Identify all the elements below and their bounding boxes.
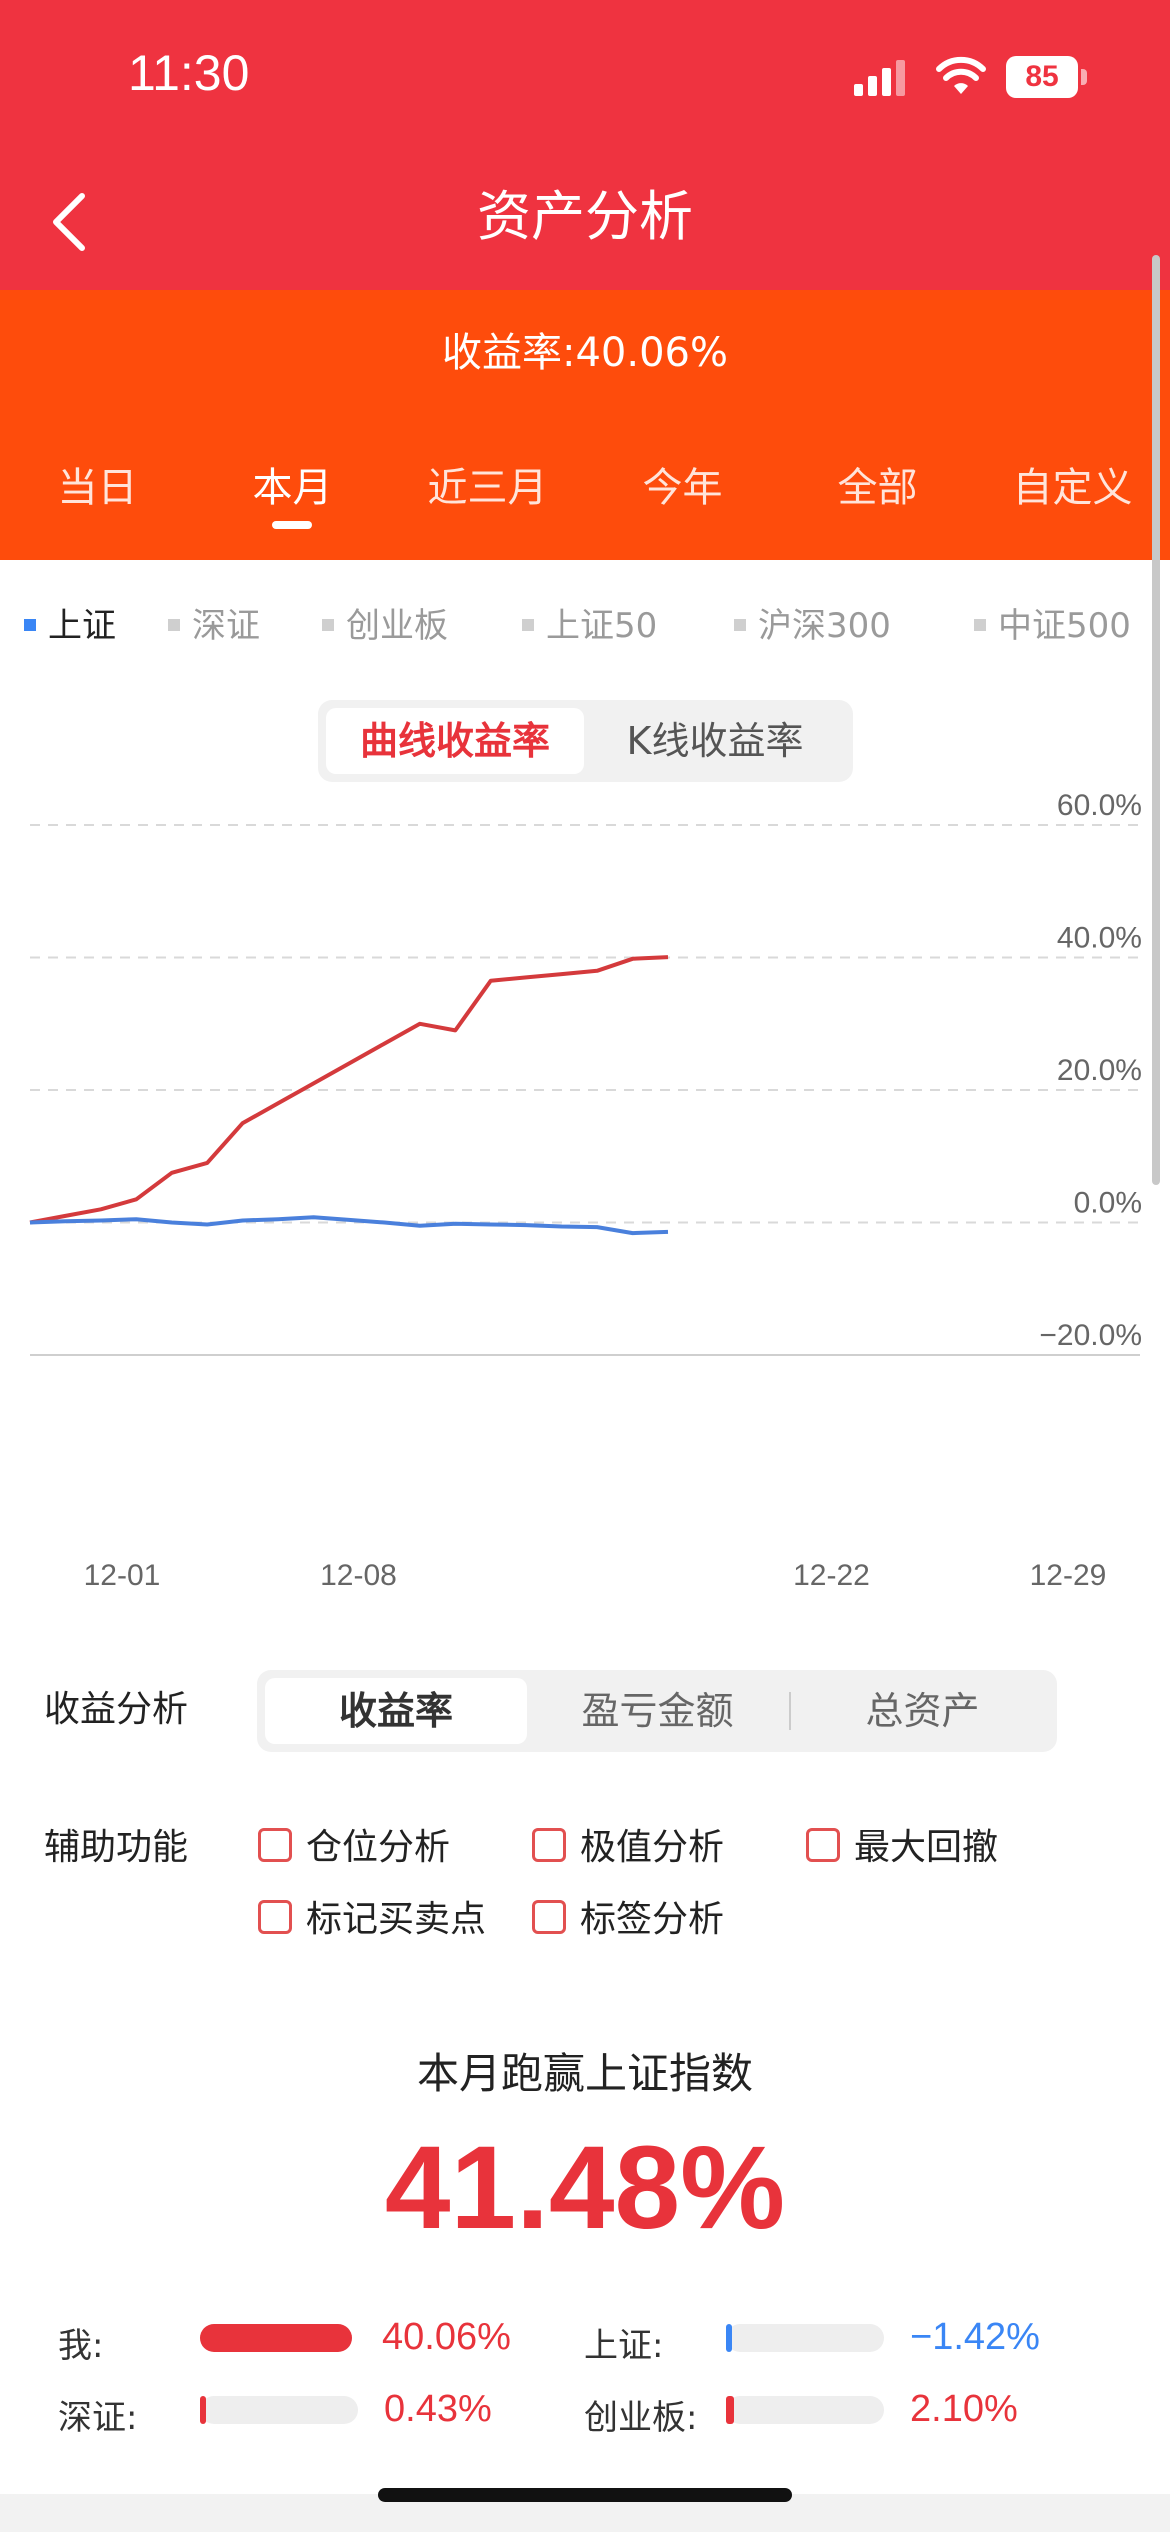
compare-value-me: 40.06% xyxy=(382,2316,511,2358)
checkbox-extreme-analysis[interactable]: 极值分析 xyxy=(532,1818,724,1870)
checkbox-label: 仓位分析 xyxy=(306,1827,451,1868)
tab-this-month[interactable]: 本月 xyxy=(195,455,390,513)
legend-marker xyxy=(522,618,534,631)
compare-label-shanghai: 上证: xyxy=(584,2326,664,2366)
compare-bar-shenzhen xyxy=(200,2396,358,2424)
x-tick-label: 12-29 xyxy=(1030,1559,1107,1592)
index-label: 上证50 xyxy=(546,606,658,646)
checkbox-tag-analysis[interactable]: 标签分析 xyxy=(532,1890,724,1942)
index-label: 沪深300 xyxy=(758,606,891,646)
battery-level: 85 xyxy=(1006,56,1078,98)
index-label: 上证 xyxy=(48,606,116,646)
checkbox-max-drawdown[interactable]: 最大回撤 xyxy=(806,1818,998,1870)
return-rate-text: 收益率:40.06% xyxy=(442,330,728,376)
legend-marker xyxy=(974,618,986,631)
compare-value-shenzhen: 0.43% xyxy=(384,2388,492,2430)
status-time: 11:30 xyxy=(128,45,250,101)
y-tick-label: −20.0% xyxy=(1039,1319,1142,1352)
compare-label-shenzhen: 深证: xyxy=(58,2398,138,2438)
compare-label-chinext: 创业板: xyxy=(584,2398,698,2438)
y-tick-label: 60.0% xyxy=(1057,789,1142,822)
legend-marker xyxy=(24,618,36,631)
segment-divider xyxy=(789,1692,791,1730)
tab-custom[interactable]: 自定义 xyxy=(975,455,1170,513)
segment-total-assets[interactable]: 总资产 xyxy=(795,1678,1050,1744)
legend-marker xyxy=(734,618,746,631)
compare-bar-fill xyxy=(200,2396,206,2424)
segment-return-rate[interactable]: 收益率 xyxy=(265,1678,527,1744)
index-csi300[interactable]: 沪深300 xyxy=(734,598,891,647)
checkbox-trade-points[interactable]: 标记买卖点 xyxy=(258,1890,486,1942)
aux-label: 辅助功能 xyxy=(44,1827,189,1868)
index-label: 深证 xyxy=(192,606,260,646)
index-csi500[interactable]: 中证500 xyxy=(974,598,1131,647)
outperform-title: 本月跑赢上证指数 xyxy=(416,2049,753,2098)
checkbox-label: 标签分析 xyxy=(580,1899,725,1940)
segment-pnl-amount[interactable]: 盈亏金额 xyxy=(530,1678,785,1744)
checkbox-label: 极值分析 xyxy=(580,1827,725,1868)
curve-return-button[interactable]: 曲线收益率 xyxy=(326,708,584,774)
compare-bar-me xyxy=(200,2324,352,2352)
page-title: 资产分析 xyxy=(477,185,693,248)
home-indicator[interactable] xyxy=(378,2488,792,2502)
checkbox-position-analysis[interactable]: 仓位分析 xyxy=(258,1818,450,1870)
checkbox-box[interactable] xyxy=(532,1828,566,1862)
x-tick-label: 12-01 xyxy=(84,1559,161,1592)
compare-bar-fill xyxy=(726,2324,732,2352)
active-tab-indicator xyxy=(272,521,312,529)
y-tick-label: 0.0% xyxy=(1074,1187,1142,1220)
analysis-label: 收益分析 xyxy=(44,1689,189,1730)
battery-icon: 85 xyxy=(1006,56,1088,98)
compare-value-chinext: 2.10% xyxy=(910,2388,1018,2430)
return-chart: 60.0% 40.0% 20.0% 0.0% −20.0% 12-01 12-08 12-2… xyxy=(29,789,1142,1592)
legend-marker xyxy=(322,618,334,631)
index-label: 中证500 xyxy=(998,606,1131,646)
checkbox-label: 标记买卖点 xyxy=(306,1899,487,1940)
index-shenzhen[interactable]: 深证 xyxy=(168,598,260,647)
compare-bar-fill xyxy=(726,2396,734,2424)
compare-label-me: 我: xyxy=(58,2326,104,2366)
compare-bar-chinext xyxy=(726,2396,884,2424)
compare-bar-fill xyxy=(200,2324,352,2352)
legend-marker xyxy=(168,618,180,631)
compare-bar-shanghai xyxy=(726,2324,884,2352)
tab-all[interactable]: 全部 xyxy=(780,455,975,513)
index-shanghai[interactable]: 上证 xyxy=(24,598,116,647)
outperform-value: 41.48% xyxy=(384,2122,786,2254)
kline-return-button[interactable]: K线收益率 xyxy=(584,708,846,774)
checkbox-label: 最大回撤 xyxy=(854,1827,999,1868)
y-tick-label: 40.0% xyxy=(1057,922,1142,955)
index-chinext[interactable]: 创业板 xyxy=(322,598,448,647)
tab-three-months[interactable]: 近三月 xyxy=(390,455,585,513)
x-tick-label: 12-08 xyxy=(320,1559,397,1592)
compare-value-shanghai: −1.42% xyxy=(910,2316,1040,2358)
signal-icon xyxy=(854,60,905,96)
x-tick-label: 12-22 xyxy=(793,1559,870,1592)
tab-this-year[interactable]: 今年 xyxy=(585,455,780,513)
checkbox-box[interactable] xyxy=(532,1900,566,1934)
index-sse50[interactable]: 上证50 xyxy=(522,598,657,647)
y-tick-label: 20.0% xyxy=(1057,1054,1142,1087)
tab-today[interactable]: 当日 xyxy=(0,455,195,513)
checkbox-box[interactable] xyxy=(258,1828,292,1862)
checkbox-box[interactable] xyxy=(806,1828,840,1862)
wifi-icon xyxy=(936,56,986,94)
shanghai-index-line xyxy=(29,1215,669,1236)
index-label: 创业板 xyxy=(346,606,448,646)
checkbox-box[interactable] xyxy=(258,1900,292,1934)
